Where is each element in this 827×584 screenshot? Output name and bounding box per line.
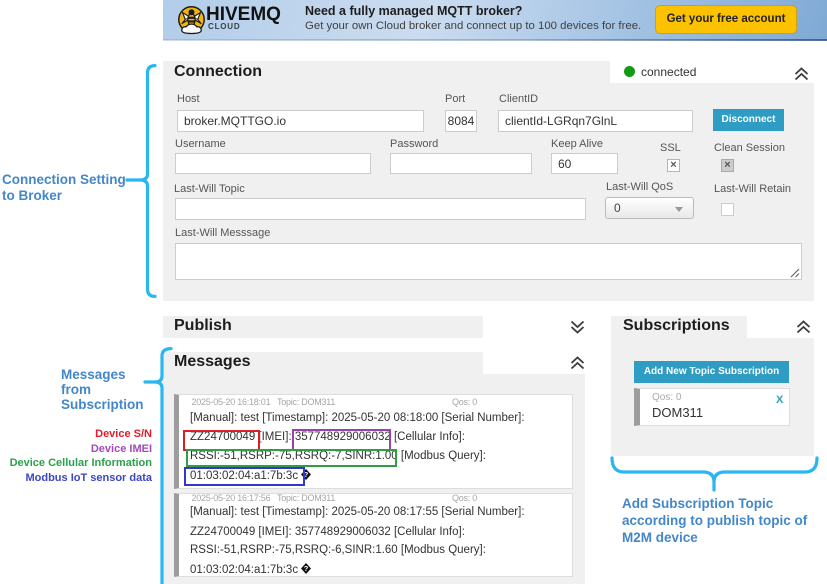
svg-text:?: ? bbox=[304, 564, 309, 573]
